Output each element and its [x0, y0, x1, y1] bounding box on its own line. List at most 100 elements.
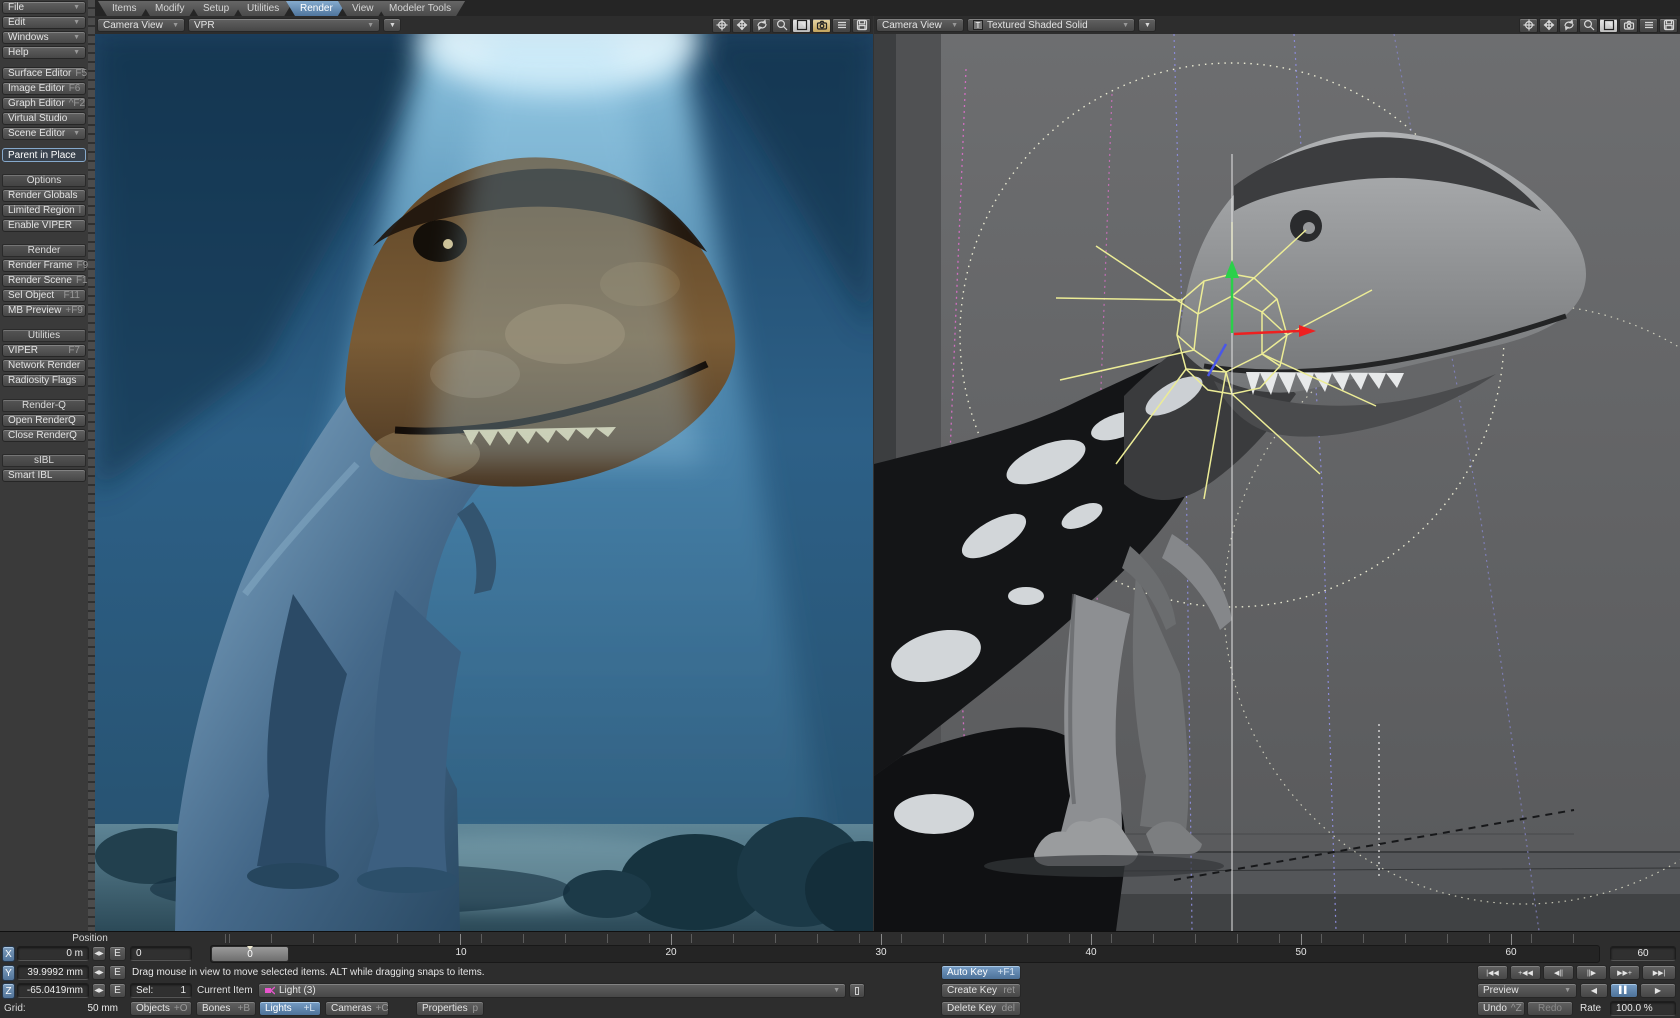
preview-dropdown[interactable]: Preview▼: [1477, 983, 1577, 998]
chevron-down-icon: ▼: [168, 22, 179, 29]
go-to-end-button[interactable]: ▶▶|: [1642, 965, 1676, 980]
edit-menu[interactable]: Edit▼: [2, 16, 86, 29]
stepper-icon[interactable]: ◀▶: [92, 983, 106, 998]
save-icon[interactable]: [852, 18, 871, 33]
position-x-field[interactable]: 0 m: [17, 946, 89, 961]
maximize-icon[interactable]: [792, 18, 811, 33]
virtual-studio-button[interactable]: Virtual Studio: [2, 112, 86, 125]
create-key-button[interactable]: Create Keyret: [941, 983, 1021, 998]
play-button[interactable]: ▶: [1640, 983, 1676, 998]
move-icon[interactable]: [1539, 18, 1558, 33]
render-globals-button[interactable]: Render Globals: [2, 189, 86, 202]
right-shading-options-dropdown[interactable]: ▼: [1138, 18, 1156, 32]
graph-editor-button[interactable]: Graph Editor^F2: [2, 97, 86, 110]
properties-button[interactable]: Propertiesp: [416, 1001, 484, 1016]
mb-preview-button[interactable]: MB Preview+F9: [2, 304, 86, 317]
camera-icon[interactable]: [812, 18, 831, 33]
image-editor-button[interactable]: Image EditorF6: [2, 82, 86, 95]
step-back-button[interactable]: ◀||: [1543, 965, 1574, 980]
tab-modify[interactable]: Modify: [141, 1, 198, 16]
viper-button[interactable]: VIPERF7: [2, 344, 86, 357]
pause-button[interactable]: ▌▌: [1610, 983, 1638, 998]
selection-count-field[interactable]: Sel:1: [130, 983, 192, 998]
rate-field[interactable]: 100.0 %: [1610, 1001, 1676, 1016]
menu-icon[interactable]: [832, 18, 851, 33]
open-renderq-button[interactable]: Open RenderQ: [2, 414, 86, 427]
sel-object-button[interactable]: Sel ObjectF11: [2, 289, 86, 302]
current-frame-field[interactable]: 0: [130, 946, 192, 961]
maximize-icon[interactable]: [1599, 18, 1618, 33]
windows-menu[interactable]: Windows▼: [2, 31, 86, 44]
lights-button[interactable]: Lights+L: [259, 1001, 321, 1016]
tab-modeler-tools[interactable]: Modeler Tools: [375, 1, 465, 16]
chevron-down-icon: ▼: [829, 987, 840, 994]
move-icon[interactable]: [732, 18, 751, 33]
axis-x-button[interactable]: X: [2, 946, 15, 962]
grid-value: 50 mm: [60, 1003, 118, 1014]
chevron-down-icon: ▼: [69, 19, 80, 26]
bones-button[interactable]: Bones+B: [196, 1001, 256, 1016]
opengl-viewport[interactable]: [874, 34, 1680, 931]
end-frame-field[interactable]: 60: [1610, 946, 1676, 961]
help-menu[interactable]: Help▼: [2, 46, 86, 59]
item-properties-icon[interactable]: [849, 983, 865, 998]
file-menu[interactable]: File▼: [2, 1, 86, 14]
envelope-x-button[interactable]: E: [109, 946, 126, 961]
chevron-down-icon: ▼: [69, 49, 80, 56]
zoom-icon[interactable]: [772, 18, 791, 33]
smart-ibl-button[interactable]: Smart IBL: [2, 469, 86, 482]
timeline-ruler[interactable]: [210, 934, 1600, 943]
play-reverse-button[interactable]: ◀: [1580, 983, 1608, 998]
objects-button[interactable]: Objects+O: [130, 1001, 192, 1016]
envelope-z-button[interactable]: E: [109, 983, 126, 998]
stepper-icon[interactable]: ◀▶: [92, 965, 106, 980]
prev-key-button[interactable]: +◀◀: [1510, 965, 1541, 980]
pan-icon[interactable]: [712, 18, 731, 33]
position-y-field[interactable]: 39.9992 mm: [17, 965, 89, 980]
left-view-type-dropdown[interactable]: Camera View▼: [97, 18, 185, 32]
redo-button[interactable]: Redo: [1527, 1001, 1573, 1016]
render-frame-button[interactable]: Render FrameF9: [2, 259, 86, 272]
right-shading-dropdown[interactable]: TTextured Shaded Solid▼: [967, 18, 1135, 32]
section-utilities: Utilities: [2, 329, 86, 342]
enable-viper-button[interactable]: Enable VIPER: [2, 219, 86, 232]
zoom-icon[interactable]: [1579, 18, 1598, 33]
rotate-icon[interactable]: [1559, 18, 1578, 33]
delete-key-button[interactable]: Delete Keydel: [941, 1001, 1021, 1016]
undo-button[interactable]: Undo^Z: [1477, 1001, 1525, 1016]
tab-render[interactable]: Render: [286, 1, 347, 16]
current-item-dropdown[interactable]: Light (3)▼: [258, 983, 846, 998]
scene-editor-button[interactable]: Scene Editor▼: [2, 127, 86, 140]
current-item-label: Current Item: [197, 985, 253, 996]
section-render: Render: [2, 244, 86, 257]
pan-icon[interactable]: [1519, 18, 1538, 33]
network-render-button[interactable]: Network Render: [2, 359, 86, 372]
render-scene-button[interactable]: Render SceneF10: [2, 274, 86, 287]
axis-y-button[interactable]: Y: [2, 965, 15, 981]
cameras-button[interactable]: Cameras+C: [325, 1001, 389, 1016]
tab-utilities[interactable]: Utilities: [233, 1, 293, 16]
surface-editor-button[interactable]: Surface EditorF5: [2, 67, 86, 80]
vpr-render-viewport[interactable]: [95, 34, 873, 931]
camera-icon[interactable]: [1619, 18, 1638, 33]
rotate-icon[interactable]: [752, 18, 771, 33]
limited-region-button[interactable]: Limited Regionl: [2, 204, 86, 217]
axis-z-button[interactable]: Z: [2, 983, 15, 999]
position-z-field[interactable]: -65.0419mm: [17, 983, 89, 998]
next-key-button[interactable]: ▶▶+: [1609, 965, 1640, 980]
right-view-type-dropdown[interactable]: Camera View▼: [876, 18, 964, 32]
step-forward-button[interactable]: ||▶: [1576, 965, 1607, 980]
auto-key-button[interactable]: Auto Key+F1: [941, 965, 1021, 980]
close-renderq-button[interactable]: Close RenderQ: [2, 429, 86, 442]
radiosity-flags-button[interactable]: Radiosity Flags: [2, 374, 86, 387]
chevron-down-icon: ▼: [363, 22, 374, 29]
menu-icon[interactable]: [1639, 18, 1658, 33]
sidebar-splitter[interactable]: [88, 0, 95, 1018]
envelope-y-button[interactable]: E: [109, 965, 126, 980]
left-shading-dropdown[interactable]: VPR▼: [188, 18, 380, 32]
stepper-icon[interactable]: ◀▶: [92, 946, 106, 961]
save-icon[interactable]: [1659, 18, 1678, 33]
go-to-start-button[interactable]: |◀◀: [1477, 965, 1508, 980]
left-shading-options-dropdown[interactable]: ▼: [383, 18, 401, 32]
parent-in-place-button[interactable]: Parent in Place: [2, 148, 86, 162]
